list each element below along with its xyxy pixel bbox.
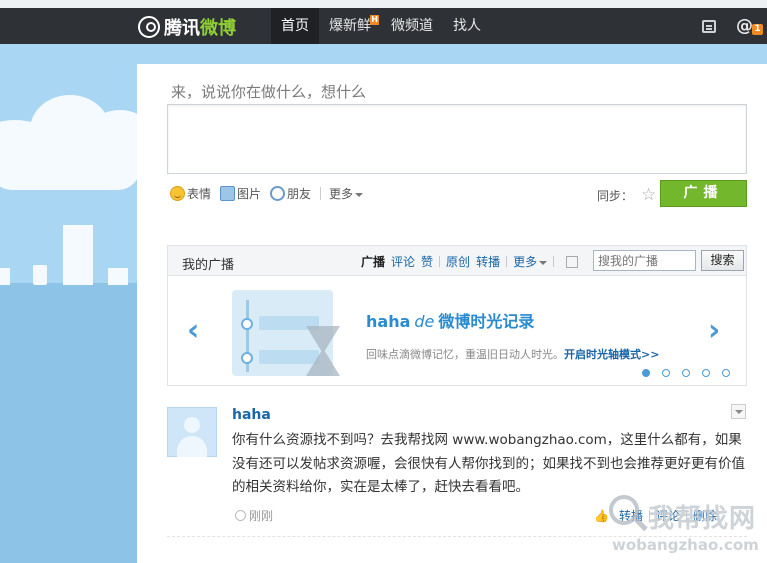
- feed-author[interactable]: haha: [232, 407, 271, 423]
- chevron-down-icon: [355, 192, 364, 197]
- nav-home[interactable]: 首页: [271, 8, 319, 44]
- post-input[interactable]: [167, 104, 747, 174]
- nav-channels-label: 微频道: [391, 18, 433, 34]
- feed-menu-button[interactable]: [731, 404, 746, 419]
- divider: [553, 256, 555, 267]
- building: [33, 265, 47, 285]
- sync-label: 同步：: [597, 188, 634, 203]
- divider: [320, 187, 322, 200]
- filter-reposts[interactable]: 转播: [476, 253, 500, 270]
- feed-text: 你有什么资源找不到吗？去我帮找网 www.wobangzhao.com，这里什么…: [232, 432, 745, 495]
- avatar[interactable]: [167, 407, 217, 457]
- banner-title: haha de 微博时光记录: [366, 308, 534, 332]
- building: [108, 268, 128, 285]
- banner-subtitle-text: 回味点滴微博记忆，重温旧日动人时光。: [366, 348, 564, 361]
- timeline-bar: [259, 350, 319, 364]
- my-broadcasts-section: 我的广播 广播 评论 赞 原创 转播 更多 搜索 ‹: [167, 245, 747, 386]
- more-label: 更多: [329, 187, 354, 201]
- star-icon[interactable]: ☆: [641, 185, 656, 205]
- nav-find-people-label: 找人: [453, 18, 481, 34]
- image-icon: [220, 186, 236, 201]
- broadcast-button[interactable]: 广播: [660, 180, 747, 207]
- calendar-icon[interactable]: [566, 255, 579, 268]
- chevron-left-icon[interactable]: ‹: [187, 313, 199, 348]
- top-icons: @1: [702, 8, 767, 44]
- image-label: 图片: [237, 187, 262, 201]
- logo-text-tencent: 腾讯: [164, 18, 200, 39]
- broadcast-search-input[interactable]: [593, 250, 696, 271]
- more-tools-button[interactable]: 更多: [329, 185, 364, 202]
- nav-trending-label: 爆新鲜: [329, 18, 371, 34]
- skyline-ground: [0, 283, 137, 563]
- divider: [506, 256, 508, 267]
- emoji-label: 表情: [187, 187, 212, 201]
- search-button[interactable]: 搜索: [701, 250, 744, 271]
- tencent-weibo-logo[interactable]: 腾讯 微博: [138, 14, 236, 40]
- timeline-banner: ‹ haha de 微博时光记录 回味点滴微博记忆，重温旧日动人时光。开启时光轴模式…: [168, 276, 746, 385]
- broadcast-filters: 广播 评论 赞 原创 转播 更多: [361, 253, 579, 270]
- message-icon[interactable]: [702, 19, 716, 33]
- at-friend-icon: [270, 186, 286, 201]
- top-nav-bar: 腾讯 微博 首页 爆新鲜 H 微频道 找人 @1: [0, 0, 767, 44]
- filter-more[interactable]: 更多: [513, 253, 548, 270]
- main-nav: 首页 爆新鲜 H 微频道 找人: [271, 8, 491, 44]
- banner-title-user: haha: [366, 312, 411, 331]
- friends-tool[interactable]: 朋友: [270, 185, 311, 202]
- banner-subtitle: 回味点滴微博记忆，重温旧日动人时光。开启时光轴模式>>: [366, 346, 659, 362]
- nav-channels[interactable]: 微频道: [381, 8, 443, 44]
- emoji-icon: [170, 186, 185, 201]
- filter-more-label: 更多: [513, 255, 538, 269]
- logo-text-weibo: 微博: [200, 18, 236, 39]
- section-header: 我的广播 广播 评论 赞 原创 转播 更多 搜索: [168, 246, 746, 276]
- banner-title-main: 微博时光记录: [438, 312, 535, 331]
- building: [0, 268, 10, 285]
- hot-badge: H: [370, 15, 379, 25]
- pager-dot[interactable]: [662, 369, 670, 377]
- composer-tools: 表情 图片 朋友 更多: [170, 185, 364, 202]
- filter-likes[interactable]: 赞: [421, 253, 433, 270]
- emoji-tool[interactable]: 表情: [170, 185, 211, 202]
- filter-comments[interactable]: 评论: [391, 253, 415, 270]
- nav-find-people[interactable]: 找人: [443, 8, 491, 44]
- section-title: 我的广播: [182, 258, 235, 273]
- main-panel: 来，说说你在做什么，想什么 表情 图片 朋友 更多 同步： ☆ 广播 我的广播 …: [137, 64, 767, 563]
- nav-trending[interactable]: 爆新鲜 H: [319, 8, 381, 44]
- pager-dot[interactable]: [642, 369, 650, 377]
- nav-home-label: 首页: [281, 18, 309, 34]
- magnifier-handle: [634, 517, 648, 532]
- chevron-down-icon: [539, 260, 548, 265]
- logo-mark-icon: [138, 16, 160, 38]
- timeline-node: [241, 352, 253, 364]
- composer-prompt: 来，说说你在做什么，想什么: [171, 83, 367, 101]
- mention-count-badge: 1: [752, 24, 763, 35]
- divider: [439, 256, 441, 267]
- sync-options: 同步： ☆: [597, 185, 656, 205]
- watermark: 我帮找网 wobangzhao.com: [604, 490, 767, 563]
- watermark-cn: 我帮找网: [648, 504, 757, 534]
- filter-original[interactable]: 原创: [446, 253, 470, 270]
- filter-broadcast[interactable]: 广播: [361, 253, 385, 270]
- clock-icon: [235, 510, 246, 521]
- pager-dot[interactable]: [722, 369, 730, 377]
- chevron-right-icon[interactable]: ›: [708, 313, 720, 348]
- timeline-mode-link[interactable]: 开启时光轴模式>>: [564, 348, 659, 361]
- watermark-url: wobangzhao.com: [612, 536, 759, 554]
- building: [63, 225, 93, 285]
- feed-meta: 刚刚: [235, 507, 273, 524]
- image-tool[interactable]: 图片: [220, 185, 261, 202]
- cloud: [0, 145, 140, 190]
- friends-label: 朋友: [287, 187, 312, 201]
- feed-time[interactable]: 刚刚: [249, 507, 273, 524]
- pager-dot[interactable]: [702, 369, 710, 377]
- banner-title-de: de: [414, 312, 435, 331]
- pager-dot[interactable]: [682, 369, 690, 377]
- banner-pager: [642, 369, 742, 377]
- timeline-node: [241, 318, 253, 330]
- mention-icon[interactable]: @1: [736, 16, 763, 36]
